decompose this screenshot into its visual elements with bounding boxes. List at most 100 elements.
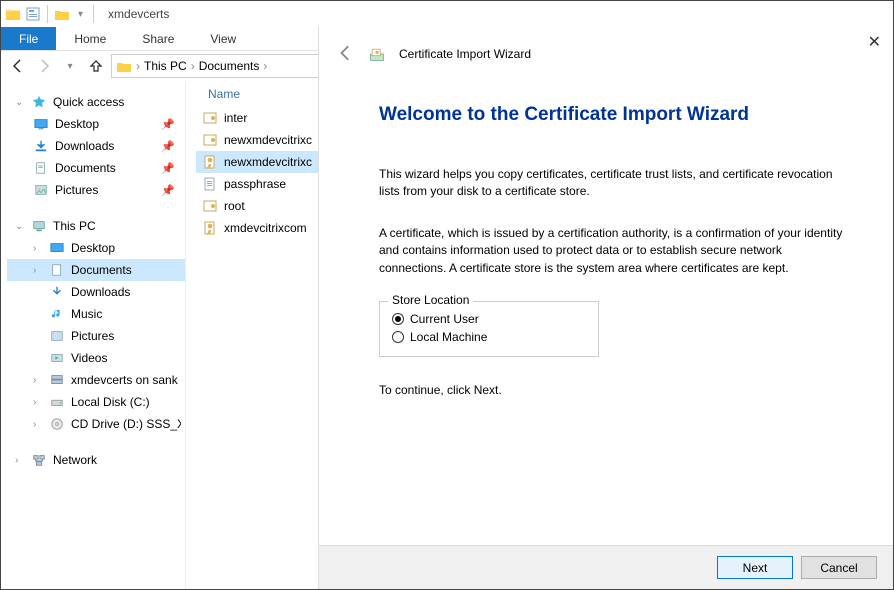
nav-label: This PC	[53, 219, 96, 233]
folder-icon	[116, 58, 132, 74]
tab-home[interactable]: Home	[56, 27, 124, 50]
nav-documents[interactable]: Documents 📌	[7, 157, 185, 179]
disk-icon	[49, 394, 65, 410]
tab-view[interactable]: View	[192, 27, 254, 50]
desktop-icon	[33, 116, 49, 132]
nav-quick-access[interactable]: ⌄ Quick access	[7, 91, 185, 113]
back-arrow-icon[interactable]	[337, 44, 355, 65]
nav-pc-downloads[interactable]: Downloads	[7, 281, 185, 303]
nav-pc-documents[interactable]: ›Documents	[7, 259, 185, 281]
nav-this-pc[interactable]: ⌄ This PC	[7, 215, 185, 237]
pictures-icon	[33, 182, 49, 198]
documents-icon	[49, 262, 65, 278]
navigation-pane[interactable]: ⌄ Quick access Desktop 📌 Downloads 📌 Doc	[1, 81, 186, 589]
folder-icon	[5, 6, 21, 22]
nav-label: Documents	[55, 161, 116, 175]
file-name: inter	[224, 111, 247, 125]
open-folder-icon[interactable]	[54, 6, 70, 22]
nav-label: CD Drive (D:) SSS_X6	[71, 417, 181, 431]
certificate-import-wizard: ✕ Certificate Import Wizard Welcome to t…	[318, 26, 893, 589]
expand-icon[interactable]: ›	[15, 455, 25, 466]
pictures-icon	[49, 328, 65, 344]
nav-label: Local Disk (C:)	[71, 395, 150, 409]
collapse-icon[interactable]: ⌄	[15, 97, 25, 108]
wizard-paragraph: This wizard helps you copy certificates,…	[379, 166, 849, 201]
breadcrumb-this-pc[interactable]: This PC	[144, 59, 187, 73]
qat-dropdown-icon[interactable]: ▾	[74, 9, 87, 20]
nav-pc-videos[interactable]: Videos	[7, 347, 185, 369]
nav-pc-pictures[interactable]: Pictures	[7, 325, 185, 347]
desktop-icon	[49, 240, 65, 256]
next-button[interactable]: Next	[717, 556, 793, 579]
file-name: newxmdevcitrixc	[224, 133, 312, 147]
properties-icon[interactable]	[25, 6, 41, 22]
wizard-body: Welcome to the Certificate Import Wizard…	[319, 74, 893, 397]
music-icon	[49, 306, 65, 322]
cancel-button[interactable]: Cancel	[801, 556, 877, 579]
nav-pc-desktop[interactable]: ›Desktop	[7, 237, 185, 259]
nav-pc-cddrive[interactable]: ›CD Drive (D:) SSS_X6	[7, 413, 185, 435]
star-icon	[31, 94, 47, 110]
downloads-icon	[33, 138, 49, 154]
nav-downloads[interactable]: Downloads 📌	[7, 135, 185, 157]
file-name: root	[224, 199, 245, 213]
pfx-icon	[202, 220, 218, 236]
nav-pictures[interactable]: Pictures 📌	[7, 179, 185, 201]
file-name: xmdevcitrixcom	[224, 221, 307, 235]
file-name: passphrase	[224, 177, 286, 191]
chevron-right-icon[interactable]: ›	[263, 59, 267, 73]
nav-label: Quick access	[53, 95, 124, 109]
nav-label: Network	[53, 453, 97, 467]
wizard-continue-text: To continue, click Next.	[379, 383, 849, 397]
chevron-right-icon[interactable]: ›	[136, 59, 140, 73]
nav-desktop[interactable]: Desktop 📌	[7, 113, 185, 135]
recent-dropdown[interactable]: ▾	[59, 55, 81, 77]
nav-label: Music	[71, 307, 102, 321]
radio-icon	[392, 313, 404, 325]
nav-pc-localdisk[interactable]: ›Local Disk (C:)	[7, 391, 185, 413]
separator	[93, 5, 94, 23]
radio-icon	[392, 331, 404, 343]
pin-icon: 📌	[161, 118, 175, 131]
breadcrumb-documents[interactable]: Documents	[199, 59, 260, 73]
separator	[47, 5, 48, 23]
tab-share[interactable]: Share	[124, 27, 192, 50]
network-icon	[31, 452, 47, 468]
nav-network[interactable]: › Network	[7, 449, 185, 471]
cert-icon	[202, 132, 218, 148]
nav-label: xmdevcerts on sank	[71, 373, 178, 387]
nav-label: Desktop	[55, 117, 99, 131]
wizard-icon	[369, 46, 385, 62]
wizard-footer: Next Cancel	[319, 545, 893, 589]
downloads-icon	[49, 284, 65, 300]
close-button[interactable]: ✕	[868, 32, 881, 52]
nav-label: Documents	[71, 263, 132, 277]
nav-label: Videos	[71, 351, 107, 365]
pin-icon: 📌	[161, 140, 175, 153]
file-name: newxmdevcitrixc	[224, 155, 312, 169]
store-location-group: Store Location Current User Local Machin…	[379, 301, 599, 357]
videos-icon	[49, 350, 65, 366]
back-button[interactable]	[7, 55, 29, 77]
title-bar: ▾ xmdevcerts	[1, 1, 893, 27]
pfx-icon	[202, 154, 218, 170]
nav-label: Pictures	[71, 329, 114, 343]
nav-pc-netdrive[interactable]: ›xmdevcerts on sank	[7, 369, 185, 391]
radio-local-machine[interactable]: Local Machine	[392, 328, 586, 346]
fieldset-legend: Store Location	[388, 293, 473, 307]
cd-icon	[49, 416, 65, 432]
up-button[interactable]	[85, 55, 107, 77]
file-tab[interactable]: File	[1, 27, 56, 50]
documents-icon	[33, 160, 49, 176]
nav-label: Pictures	[55, 183, 98, 197]
window-title: xmdevcerts	[108, 7, 169, 21]
nav-label: Downloads	[55, 139, 114, 153]
collapse-icon[interactable]: ⌄	[15, 221, 25, 232]
forward-button[interactable]	[33, 55, 55, 77]
wizard-title: Welcome to the Certificate Import Wizard	[379, 104, 849, 126]
nav-pc-music[interactable]: Music	[7, 303, 185, 325]
wizard-header-title: Certificate Import Wizard	[399, 47, 531, 61]
chevron-right-icon[interactable]: ›	[191, 59, 195, 73]
radio-current-user[interactable]: Current User	[392, 310, 586, 328]
txt-icon	[202, 176, 218, 192]
